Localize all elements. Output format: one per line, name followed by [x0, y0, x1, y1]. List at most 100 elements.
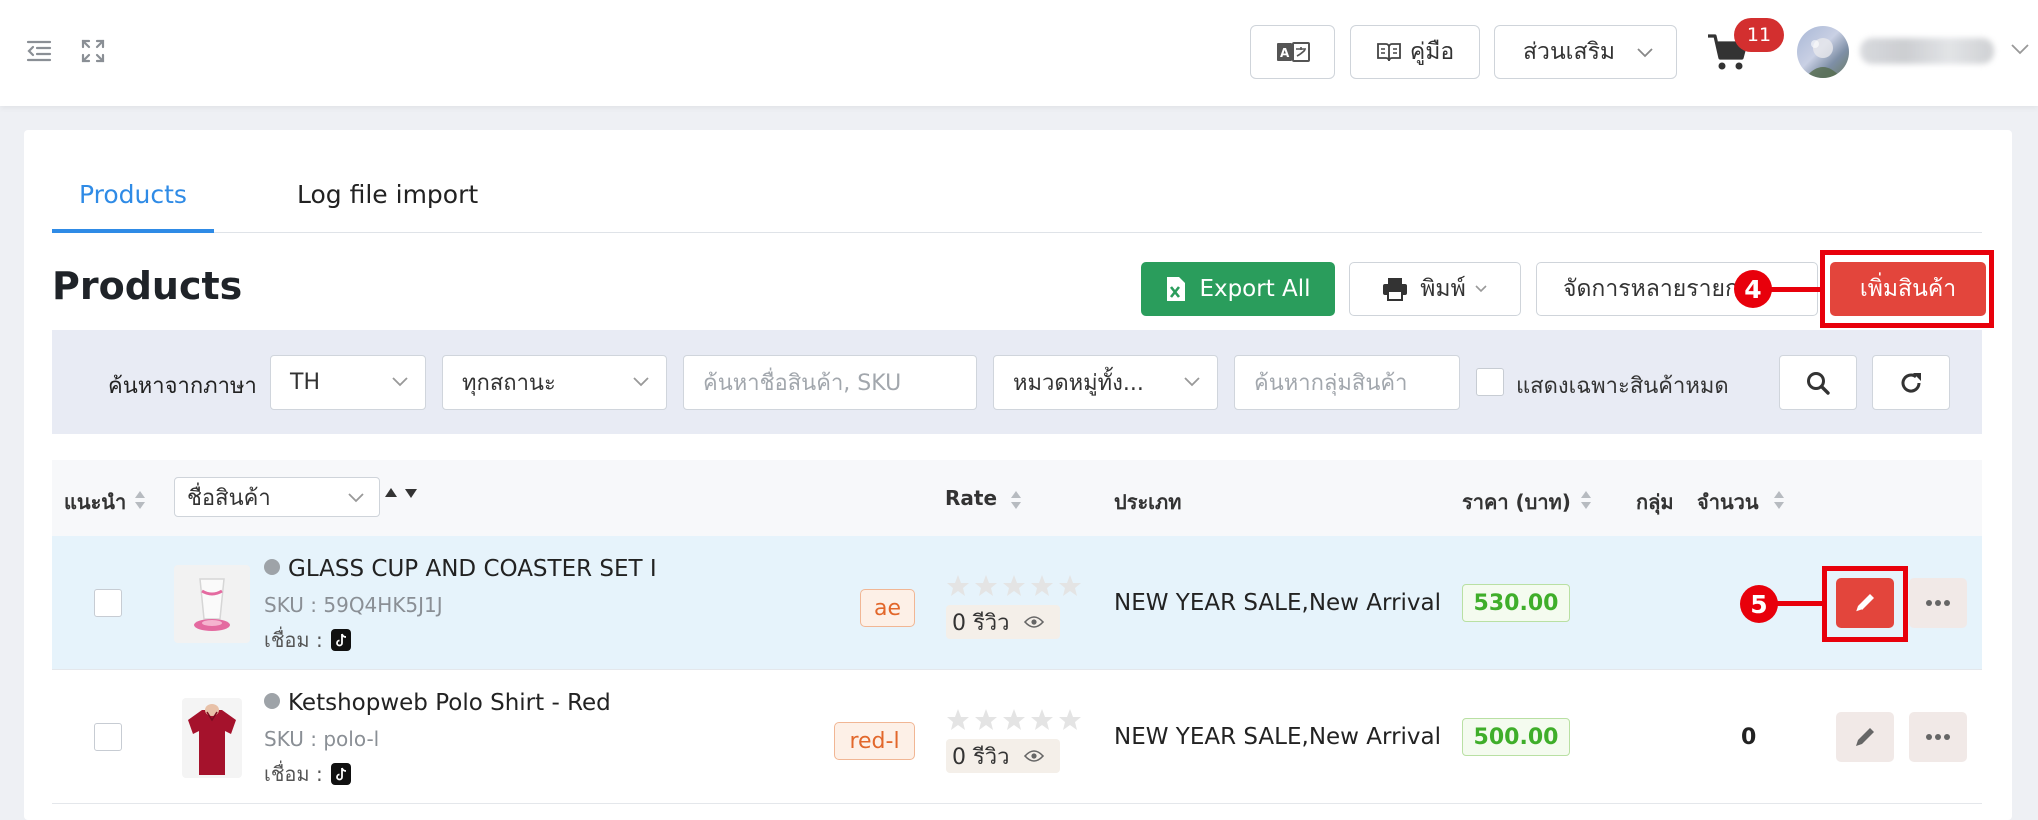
- status-dot: [264, 559, 280, 575]
- out-of-stock-checkbox[interactable]: [1476, 368, 1504, 396]
- star-icons: [947, 709, 1081, 730]
- fullscreen-icon[interactable]: [78, 36, 108, 66]
- product-price: 500.00: [1462, 718, 1570, 756]
- more-actions-button[interactable]: [1909, 712, 1967, 762]
- name-sort-select[interactable]: ชื่อสินค้า: [174, 477, 380, 517]
- col-price: ราคา (บาท): [1462, 490, 1571, 514]
- tiktok-icon: [330, 763, 351, 785]
- sort-icon[interactable]: [1773, 490, 1785, 510]
- status-select[interactable]: ทุกสถานะ: [442, 355, 667, 410]
- product-connect: เชื่อม :: [264, 624, 351, 656]
- edit-button-highlight: [1822, 566, 1908, 642]
- product-thumbnail[interactable]: [174, 565, 250, 643]
- col-type: ประเภท: [1114, 490, 1182, 514]
- step-5-connector: [1776, 601, 1826, 606]
- user-photo: [1805, 38, 1841, 78]
- addons-dropdown[interactable]: ส่วนเสริม: [1494, 25, 1677, 79]
- product-price: 530.00: [1462, 584, 1570, 622]
- avatar[interactable]: [1797, 26, 1849, 78]
- addons-label: ส่วนเสริม: [1523, 39, 1616, 65]
- star-icons: [947, 575, 1081, 596]
- chevron-down-icon: [1475, 285, 1487, 293]
- tab-products[interactable]: Products: [79, 180, 187, 209]
- product-type: NEW YEAR SALE,New Arrival: [1114, 590, 1442, 616]
- connect-label: เชื่อม :: [264, 628, 323, 652]
- row-checkbox[interactable]: [94, 723, 122, 751]
- product-name[interactable]: GLASS CUP AND COASTER SET I: [264, 556, 657, 582]
- export-all-label: Export All: [1199, 276, 1311, 302]
- refresh-icon: [1901, 372, 1921, 392]
- step-5-badge: 5: [1740, 585, 1778, 623]
- col-group: กลุ่ม: [1636, 490, 1674, 514]
- product-name-text: Ketshopweb Polo Shirt - Red: [288, 690, 611, 716]
- search-button[interactable]: [1779, 355, 1857, 410]
- more-icon: [1926, 600, 1950, 606]
- rating-stars: [946, 574, 1084, 600]
- sort-icon[interactable]: [1010, 490, 1022, 510]
- username-blurred[interactable]: [1860, 38, 1994, 64]
- product-search-input[interactable]: ค้นหาชื่อสินค้า, SKU: [683, 355, 977, 410]
- page-title: Products: [52, 264, 243, 308]
- category-select[interactable]: หมวดหมู่ทั้ง...: [993, 355, 1218, 410]
- step-4-connector: [1768, 287, 1824, 292]
- step-4-badge: 4: [1734, 270, 1772, 308]
- more-icon: [1926, 734, 1950, 740]
- collapse-menu-icon[interactable]: [24, 36, 54, 66]
- chevron-down-icon: [392, 377, 408, 387]
- tiktok-icon: [330, 629, 351, 651]
- glass-cup-image: [174, 565, 250, 643]
- export-all-button[interactable]: Export All: [1141, 262, 1335, 316]
- review-count[interactable]: 0 รีวิว: [946, 605, 1060, 639]
- out-of-stock-label: แสดงเฉพาะสินค้าหมด: [1516, 374, 1729, 399]
- product-thumbnail[interactable]: [182, 698, 242, 778]
- review-count-text: 0 รีวิว: [952, 744, 1010, 770]
- translate-icon: A: [1276, 42, 1310, 62]
- name-sort-value: ชื่อสินค้า: [187, 485, 271, 511]
- more-actions-button[interactable]: [1909, 578, 1967, 628]
- group-search-input[interactable]: ค้นหากลุ่มสินค้า: [1234, 355, 1460, 410]
- product-sku: SKU : 59Q4HK5J1J: [264, 593, 443, 617]
- row-checkbox[interactable]: [94, 589, 122, 617]
- pencil-icon: [1856, 728, 1874, 746]
- col-qty: จำนวน: [1697, 490, 1759, 514]
- product-name[interactable]: Ketshopweb Polo Shirt - Red: [264, 690, 611, 716]
- add-button-highlight: [1820, 250, 1994, 328]
- variant-tag: red-l: [834, 722, 915, 760]
- review-count[interactable]: 0 รีวิว: [946, 739, 1060, 773]
- product-name-text: GLASS CUP AND COASTER SET I: [288, 556, 657, 582]
- tab-log-file-import[interactable]: Log file import: [297, 180, 478, 209]
- eye-icon: [1023, 616, 1044, 628]
- language-value: TH: [290, 370, 320, 395]
- svg-text:A: A: [1280, 46, 1290, 60]
- chevron-down-icon: [633, 377, 649, 387]
- refresh-button[interactable]: [1872, 355, 1950, 410]
- user-menu-chevron-icon[interactable]: [2010, 42, 2030, 56]
- sort-asc-desc-icon[interactable]: [384, 486, 420, 500]
- sort-icon[interactable]: [1580, 490, 1592, 510]
- col-rate: Rate: [945, 486, 998, 510]
- category-value: หมวดหมู่ทั้ง...: [1013, 371, 1144, 396]
- manual-button[interactable]: คู่มือ: [1350, 25, 1480, 79]
- excel-icon: [1167, 277, 1186, 301]
- manual-label: คู่มือ: [1409, 39, 1455, 65]
- status-value: ทุกสถานะ: [462, 371, 556, 396]
- tabs-divider: [52, 232, 1982, 233]
- eye-icon: [1023, 750, 1044, 762]
- group-search-placeholder: ค้นหากลุ่มสินค้า: [1254, 371, 1408, 396]
- status-dot: [264, 693, 280, 709]
- product-type: NEW YEAR SALE,New Arrival: [1114, 724, 1442, 750]
- printer-icon: [1383, 278, 1408, 301]
- chevron-down-icon: [348, 493, 364, 503]
- variant-tag: ae: [860, 589, 915, 627]
- product-sku: SKU : polo-l: [264, 727, 380, 751]
- sort-icon[interactable]: [134, 490, 146, 510]
- language-select[interactable]: TH: [270, 355, 426, 410]
- language-toggle-button[interactable]: A: [1250, 25, 1335, 79]
- product-search-placeholder: ค้นหาชื่อสินค้า, SKU: [703, 371, 902, 396]
- edit-button[interactable]: [1836, 712, 1894, 762]
- cart-count-badge: 11: [1734, 18, 1784, 52]
- product-qty: 0: [1741, 725, 1757, 750]
- print-dropdown-button[interactable]: พิมพ์: [1349, 262, 1521, 316]
- chevron-down-icon: [1184, 377, 1200, 387]
- book-icon: [1376, 43, 1401, 62]
